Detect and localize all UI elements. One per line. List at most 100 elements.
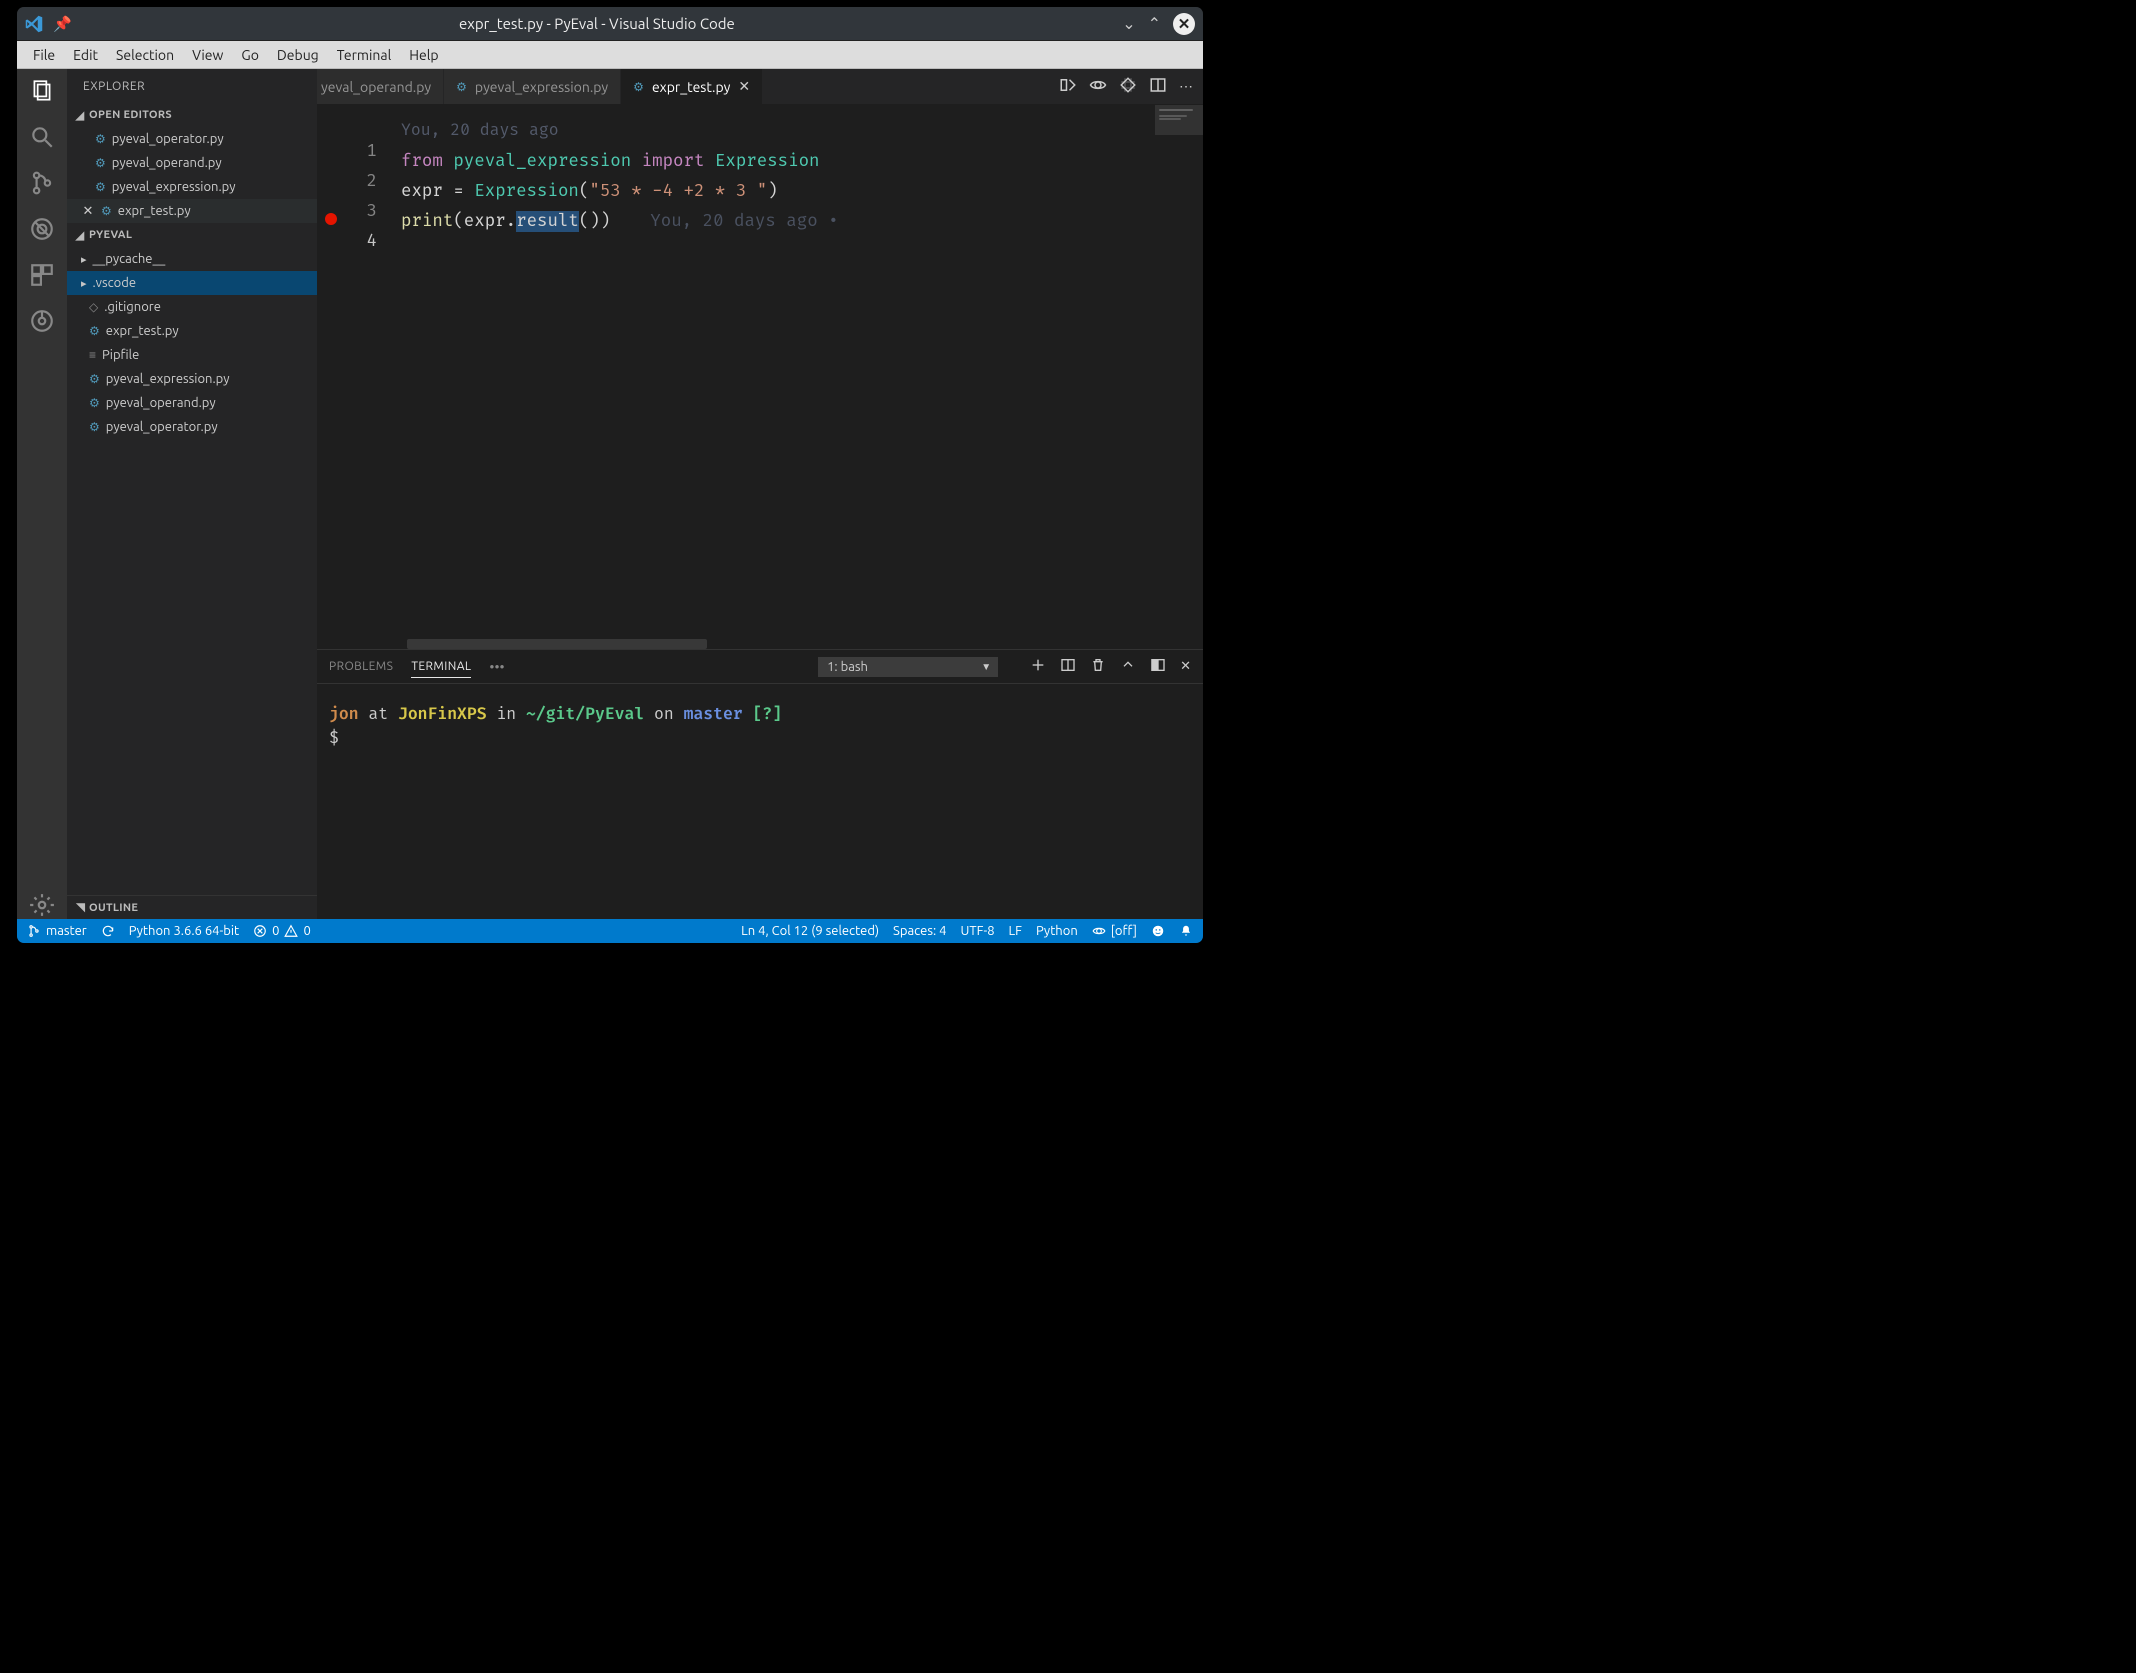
activity-extensions-icon[interactable] bbox=[28, 261, 56, 289]
activity-debug-icon[interactable] bbox=[28, 215, 56, 243]
term-path: ~/git/PyEval bbox=[526, 704, 644, 724]
tab-close-icon[interactable]: ✕ bbox=[738, 78, 750, 95]
panel-tab-terminal[interactable]: TERMINAL bbox=[411, 656, 471, 678]
tab-actions: ⋯ bbox=[1049, 69, 1203, 104]
file-item[interactable]: ◇ .gitignore bbox=[67, 295, 317, 319]
panel-tabs: PROBLEMS TERMINAL ••• 1: bash ✕ bbox=[317, 650, 1203, 684]
diff-icon[interactable] bbox=[1119, 76, 1137, 97]
status-encoding[interactable]: UTF-8 bbox=[960, 924, 994, 938]
maximize-panel-icon[interactable] bbox=[1120, 657, 1136, 676]
activity-settings-icon[interactable] bbox=[28, 891, 56, 919]
status-bell-icon[interactable] bbox=[1179, 924, 1193, 938]
folder-item[interactable]: ▸ __pycache__ bbox=[67, 247, 317, 271]
maximize-button[interactable]: ⌃ bbox=[1148, 14, 1161, 33]
chevron-right-icon: ▸ bbox=[81, 253, 87, 266]
terminal-selector[interactable]: 1: bash bbox=[818, 657, 998, 677]
status-eol[interactable]: LF bbox=[1009, 924, 1022, 938]
line-numbers: 1 2 3 4 bbox=[347, 105, 391, 649]
file-label: pyeval_operator.py bbox=[106, 420, 218, 434]
menu-file[interactable]: File bbox=[25, 44, 63, 66]
python-file-icon: ⚙ bbox=[89, 372, 100, 386]
activity-scm-icon[interactable] bbox=[28, 169, 56, 197]
open-editor-item[interactable]: ⚙ pyeval_operator.py bbox=[67, 127, 317, 151]
kill-terminal-icon[interactable] bbox=[1090, 657, 1106, 676]
menu-selection[interactable]: Selection bbox=[108, 44, 182, 66]
menu-go[interactable]: Go bbox=[233, 44, 266, 66]
file-item[interactable]: ⚙ pyeval_expression.py bbox=[67, 367, 317, 391]
split-editor-icon[interactable] bbox=[1149, 76, 1167, 97]
tab-label: expr_test.py bbox=[652, 79, 730, 95]
pin-icon[interactable]: 📌 bbox=[53, 15, 72, 33]
minimap[interactable] bbox=[1155, 105, 1203, 649]
tab-exprtest[interactable]: ⚙ expr_test.py ✕ bbox=[621, 69, 763, 104]
folder-item-selected[interactable]: ▸ .vscode bbox=[67, 271, 317, 295]
file-item[interactable]: ⚙ expr_test.py bbox=[67, 319, 317, 343]
more-icon[interactable]: ⋯ bbox=[1179, 78, 1193, 95]
status-sync-icon[interactable] bbox=[101, 924, 115, 938]
file-label: pyeval_operand.py bbox=[112, 156, 222, 170]
status-problems[interactable]: 0 0 bbox=[253, 924, 311, 938]
panel-tab-problems[interactable]: PROBLEMS bbox=[329, 656, 393, 677]
chevron-down-icon: ◢ bbox=[73, 109, 87, 122]
activity-search-icon[interactable] bbox=[28, 123, 56, 151]
activity-bar bbox=[17, 69, 67, 919]
close-window-button[interactable]: ✕ bbox=[1173, 13, 1195, 35]
close-panel-icon[interactable]: ✕ bbox=[1180, 659, 1191, 674]
tab-operand[interactable]: yeval_operand.py bbox=[317, 69, 444, 104]
status-feedback-icon[interactable] bbox=[1151, 924, 1165, 938]
status-spaces[interactable]: Spaces: 4 bbox=[893, 924, 946, 938]
close-icon[interactable]: ✕ bbox=[81, 204, 95, 219]
status-cursor[interactable]: Ln 4, Col 12 (9 selected) bbox=[741, 924, 879, 938]
status-branch[interactable]: master bbox=[27, 924, 87, 938]
text-file-icon: ≡ bbox=[89, 348, 96, 362]
titlebar[interactable]: 📌 expr_test.py - PyEval - Visual Studio … bbox=[17, 7, 1203, 41]
panel-overflow-icon[interactable]: ••• bbox=[489, 659, 504, 675]
status-liveshare[interactable]: [off] bbox=[1092, 924, 1137, 938]
code-content[interactable]: You, 20 days ago from pyeval_expression … bbox=[391, 105, 1203, 649]
activity-explorer-icon[interactable] bbox=[28, 77, 56, 105]
code-editor[interactable]: 1 2 3 4 You, 20 days ago from pyeval_exp… bbox=[317, 105, 1203, 649]
section-label: OPEN EDITORS bbox=[89, 109, 172, 121]
minimize-button[interactable]: ⌄ bbox=[1122, 14, 1135, 33]
tab-label: pyeval_expression.py bbox=[475, 79, 608, 95]
file-item[interactable]: ≡ Pipfile bbox=[67, 343, 317, 367]
editor-scrollbar[interactable] bbox=[407, 639, 707, 649]
section-outline[interactable]: ◢ OUTLINE bbox=[67, 895, 317, 919]
python-file-icon: ⚙ bbox=[89, 420, 100, 434]
compare-icon[interactable] bbox=[1059, 76, 1077, 97]
git-file-icon: ◇ bbox=[89, 300, 98, 314]
menu-edit[interactable]: Edit bbox=[65, 44, 106, 66]
file-label: pyeval_operand.py bbox=[106, 396, 216, 410]
gitlens-toggle-icon[interactable] bbox=[1089, 76, 1107, 97]
section-open-editors[interactable]: ◢ OPEN EDITORS bbox=[67, 103, 317, 127]
terminal[interactable]: jon at JonFinXPS in ~/git/PyEval on mast… bbox=[317, 684, 1203, 919]
split-terminal-icon[interactable] bbox=[1060, 657, 1076, 676]
new-terminal-icon[interactable] bbox=[1030, 657, 1046, 676]
open-editor-item[interactable]: ⚙ pyeval_operand.py bbox=[67, 151, 317, 175]
menu-debug[interactable]: Debug bbox=[269, 44, 327, 66]
file-item[interactable]: ⚙ pyeval_operator.py bbox=[67, 415, 317, 439]
open-editor-item-active[interactable]: ✕ ⚙ expr_test.py bbox=[67, 199, 317, 223]
status-python[interactable]: Python 3.6.6 64-bit bbox=[129, 924, 239, 938]
gitlens-blame-header: You, 20 days ago bbox=[401, 115, 1203, 145]
python-file-icon: ⚙ bbox=[95, 132, 106, 146]
file-item[interactable]: ⚙ pyeval_operand.py bbox=[67, 391, 317, 415]
section-label: OUTLINE bbox=[89, 902, 138, 914]
menu-help[interactable]: Help bbox=[401, 44, 446, 66]
open-editor-item[interactable]: ⚙ pyeval_expression.py bbox=[67, 175, 317, 199]
tab-expression[interactable]: ⚙ pyeval_expression.py bbox=[444, 69, 621, 104]
minimap-slider[interactable] bbox=[1155, 105, 1203, 135]
toggle-panel-icon[interactable] bbox=[1150, 657, 1166, 676]
folder-label: __pycache__ bbox=[93, 252, 166, 266]
menu-view[interactable]: View bbox=[184, 44, 231, 66]
activity-gitlens-icon[interactable] bbox=[28, 307, 56, 335]
file-label: pyeval_operator.py bbox=[112, 132, 224, 146]
glyph-margin[interactable] bbox=[317, 105, 347, 649]
section-project[interactable]: ◢ PYEVAL bbox=[67, 223, 317, 247]
line-number: 3 bbox=[347, 197, 377, 227]
status-lang[interactable]: Python bbox=[1036, 924, 1078, 938]
breakpoint-icon[interactable] bbox=[325, 213, 337, 225]
python-file-icon: ⚙ bbox=[95, 180, 106, 194]
sidebar: EXPLORER ◢ OPEN EDITORS ⚙ pyeval_operato… bbox=[67, 69, 317, 919]
menu-terminal[interactable]: Terminal bbox=[329, 44, 400, 66]
